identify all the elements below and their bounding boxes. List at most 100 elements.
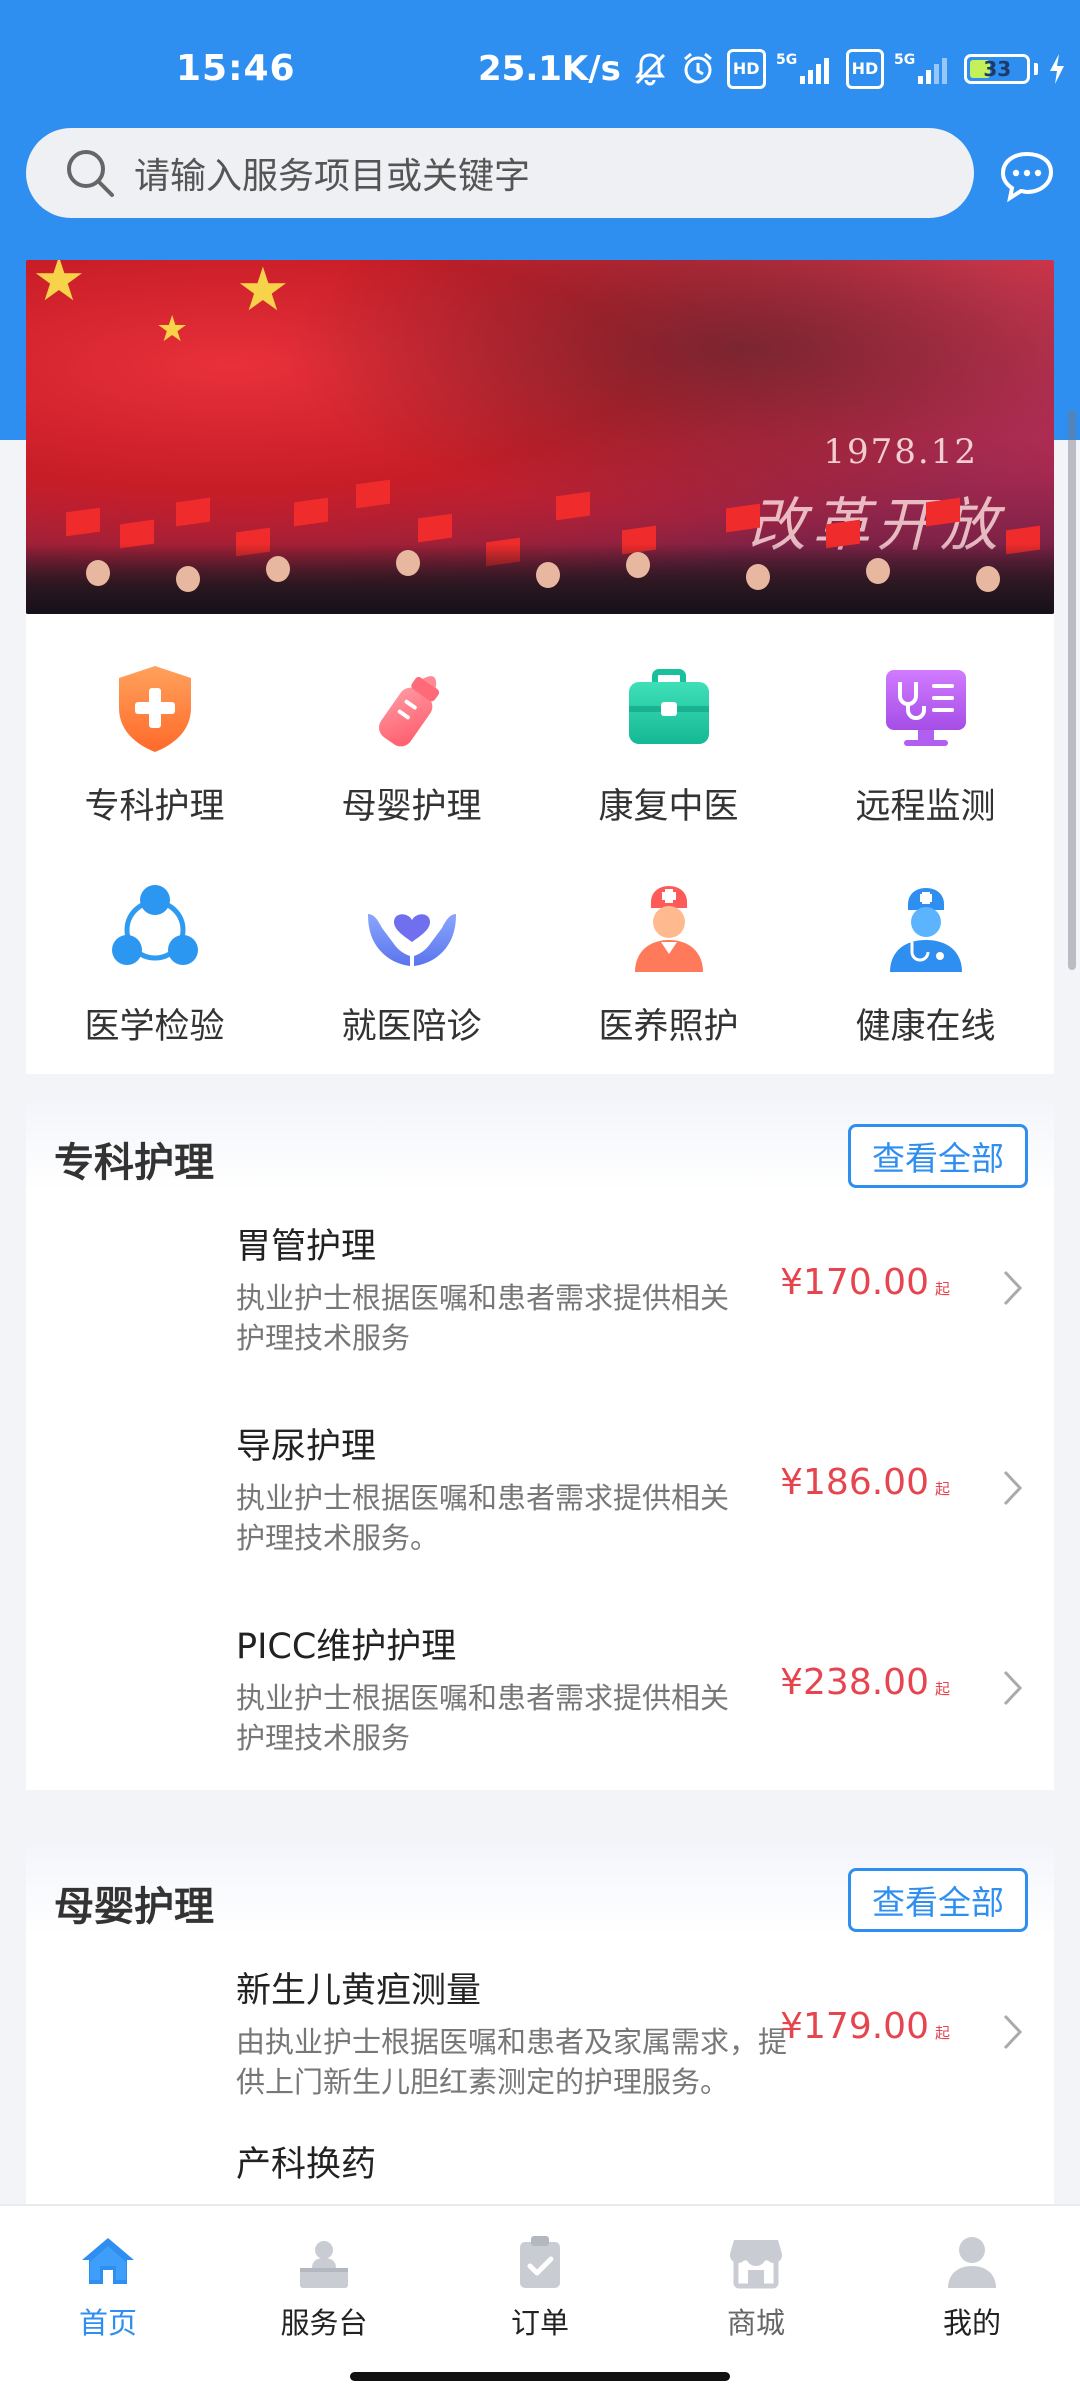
baby-bottle-icon <box>378 676 439 747</box>
nav-orders[interactable]: 订单 <box>432 2232 648 2352</box>
price-suffix: 起 <box>934 1480 950 1498</box>
home-page: 15:46 25.1K/s HD 5G HD 5G 33 请输入服务项目或关键字… <box>0 0 1080 2400</box>
price-value: ¥179.00 <box>780 2006 929 2047</box>
price-value: ¥238.00 <box>780 1662 929 1703</box>
shield-plus-icon <box>118 666 191 752</box>
hd-badge: HD <box>726 49 766 89</box>
price-suffix: 起 <box>934 2024 950 2042</box>
flag <box>66 507 100 537</box>
message-icon[interactable] <box>998 148 1056 206</box>
section-title: 母婴护理 <box>54 1884 214 1930</box>
category-medical-test[interactable]: 医学检验 <box>26 834 283 1054</box>
nav-service-desk[interactable]: 服务台 <box>216 2232 432 2352</box>
service-description: 执业护士根据医嘱和患者需求提供相关护理技术服务 <box>236 1281 730 1355</box>
flag <box>356 479 390 509</box>
service-item[interactable]: 产科换药 <box>26 2136 1054 2204</box>
crowd-head <box>396 550 420 576</box>
chevron-right-icon <box>1003 1470 1023 1506</box>
service-item[interactable]: PICC维护护理 执业护士根据医嘱和患者需求提供相关护理技术服务 ¥238.00… <box>26 1592 1054 1792</box>
category-health-online[interactable]: 健康在线 <box>797 834 1054 1054</box>
status-indicators: 25.1K/s HD 5G HD 5G 33 <box>478 46 1066 92</box>
crowd-head <box>86 560 110 586</box>
nav-profile[interactable]: 我的 <box>864 2232 1080 2352</box>
chevron-right-icon <box>1003 2014 1023 2050</box>
nav-label: 订单 <box>510 2306 569 2340</box>
category-label: 专科护理 <box>84 787 225 827</box>
home-indicator[interactable] <box>350 2372 730 2381</box>
promo-banner[interactable]: ★ ★ ★ 1978.12 改革开放 <box>26 260 1054 614</box>
search-icon <box>67 150 114 197</box>
view-all-button[interactable]: 查看全部 <box>848 1124 1028 1188</box>
scroll-indicator[interactable] <box>1068 410 1076 970</box>
star-icon: ★ <box>156 309 189 350</box>
service-price: ¥186.00 起 <box>780 1462 950 1503</box>
crowd-head <box>266 556 290 582</box>
service-item[interactable]: 胃管护理 执业护士根据医嘱和患者需求提供相关护理技术服务 ¥170.00 起 <box>26 1192 1054 1392</box>
status-time: 15:46 <box>176 48 296 89</box>
service-item[interactable]: 导尿护理 执业护士根据医嘱和患者需求提供相关护理技术服务。 ¥186.00 起 <box>26 1392 1054 1592</box>
home-icon <box>82 2238 134 2284</box>
nav-label: 服务台 <box>280 2306 368 2340</box>
category-specialist-care[interactable]: 专科护理 <box>26 614 283 834</box>
service-item[interactable]: 新生儿黄疸测量 由执业护士根据医嘱和患者及家属需求，提供上门新生儿胆红素测定的护… <box>26 1936 1054 2136</box>
flag <box>294 497 328 527</box>
category-label: 医学检验 <box>84 1007 225 1047</box>
crowd-head <box>626 552 650 578</box>
category-label: 健康在线 <box>855 1007 996 1047</box>
category-label: 远程监测 <box>855 787 996 827</box>
crowd-head <box>536 562 560 588</box>
chevron-right-icon <box>1003 1670 1023 1706</box>
store-icon <box>729 2240 783 2289</box>
service-name: 导尿护理 <box>236 1427 377 1467</box>
signal-5g-icon: 5G <box>776 49 836 89</box>
category-escort-visit[interactable]: 就医陪诊 <box>283 834 540 1054</box>
order-clipboard-icon <box>520 2236 560 2288</box>
crowd-head <box>176 566 200 592</box>
category-rehab-tcm[interactable]: 康复中医 <box>540 614 797 834</box>
category-label: 就医陪诊 <box>341 1007 482 1047</box>
battery-tip <box>1034 63 1039 75</box>
category-remote-monitoring[interactable]: 远程监测 <box>797 614 1054 834</box>
price-value: ¥186.00 <box>780 1462 929 1503</box>
price-value: ¥170.00 <box>780 1262 929 1303</box>
section-specialist-care: 专科护理 查看全部 胃管护理 执业护士根据医嘱和患者需求提供相关护理技术服务 ¥… <box>26 1100 1054 1790</box>
section-maternal-care: 母婴护理 查看全部 新生儿黄疸测量 由执业护士根据医嘱和患者及家属需求，提供上门… <box>26 1844 1054 2204</box>
network-circles-icon <box>111 885 198 965</box>
signal-5g-icon-2: 5G <box>894 49 954 89</box>
section-header: 专科护理 查看全部 <box>26 1100 1054 1192</box>
flag <box>926 497 960 527</box>
chevron-right-icon <box>1003 1270 1023 1306</box>
section-header: 母婴护理 查看全部 <box>26 1844 1054 1936</box>
battery-text: 33 <box>983 57 1012 81</box>
mute-bell-icon <box>631 49 669 89</box>
crowd-head <box>976 566 1000 592</box>
category-label: 医养照护 <box>598 1007 739 1047</box>
monitor-stethoscope-icon <box>885 670 966 746</box>
search-placeholder: 请输入服务项目或关键字 <box>134 156 531 197</box>
nav-label: 我的 <box>942 2306 1001 2340</box>
bottom-nav: 首页 服务台 订单 商城 我的 <box>0 2204 1080 2400</box>
flag <box>556 491 590 521</box>
nav-label: 商城 <box>726 2306 785 2340</box>
service-name: 产科换药 <box>236 2145 377 2185</box>
svg-text:5G: 5G <box>894 52 915 68</box>
star-icon: ★ <box>236 260 290 325</box>
service-price: ¥179.00 起 <box>780 2006 950 2047</box>
flag <box>418 513 452 543</box>
category-maternal-care[interactable]: 母婴护理 <box>283 614 540 834</box>
service-price: ¥238.00 起 <box>780 1662 950 1703</box>
service-desk-icon <box>300 2241 348 2288</box>
crowd-head <box>746 564 770 590</box>
category-elderly-care[interactable]: 医养照护 <box>540 834 797 1054</box>
view-all-button[interactable]: 查看全部 <box>848 1868 1028 1932</box>
service-name: 胃管护理 <box>236 1227 377 1267</box>
charging-bolt-icon <box>1048 49 1066 89</box>
nav-home[interactable]: 首页 <box>0 2232 216 2352</box>
medical-kit-icon <box>628 669 709 744</box>
doctor-icon <box>889 888 962 972</box>
nav-store[interactable]: 商城 <box>648 2232 864 2352</box>
hd-badge-2: HD <box>845 49 885 89</box>
search-input[interactable]: 请输入服务项目或关键字 <box>26 128 974 218</box>
service-price: ¥170.00 起 <box>780 1262 950 1303</box>
battery-icon: 33 <box>964 54 1031 84</box>
